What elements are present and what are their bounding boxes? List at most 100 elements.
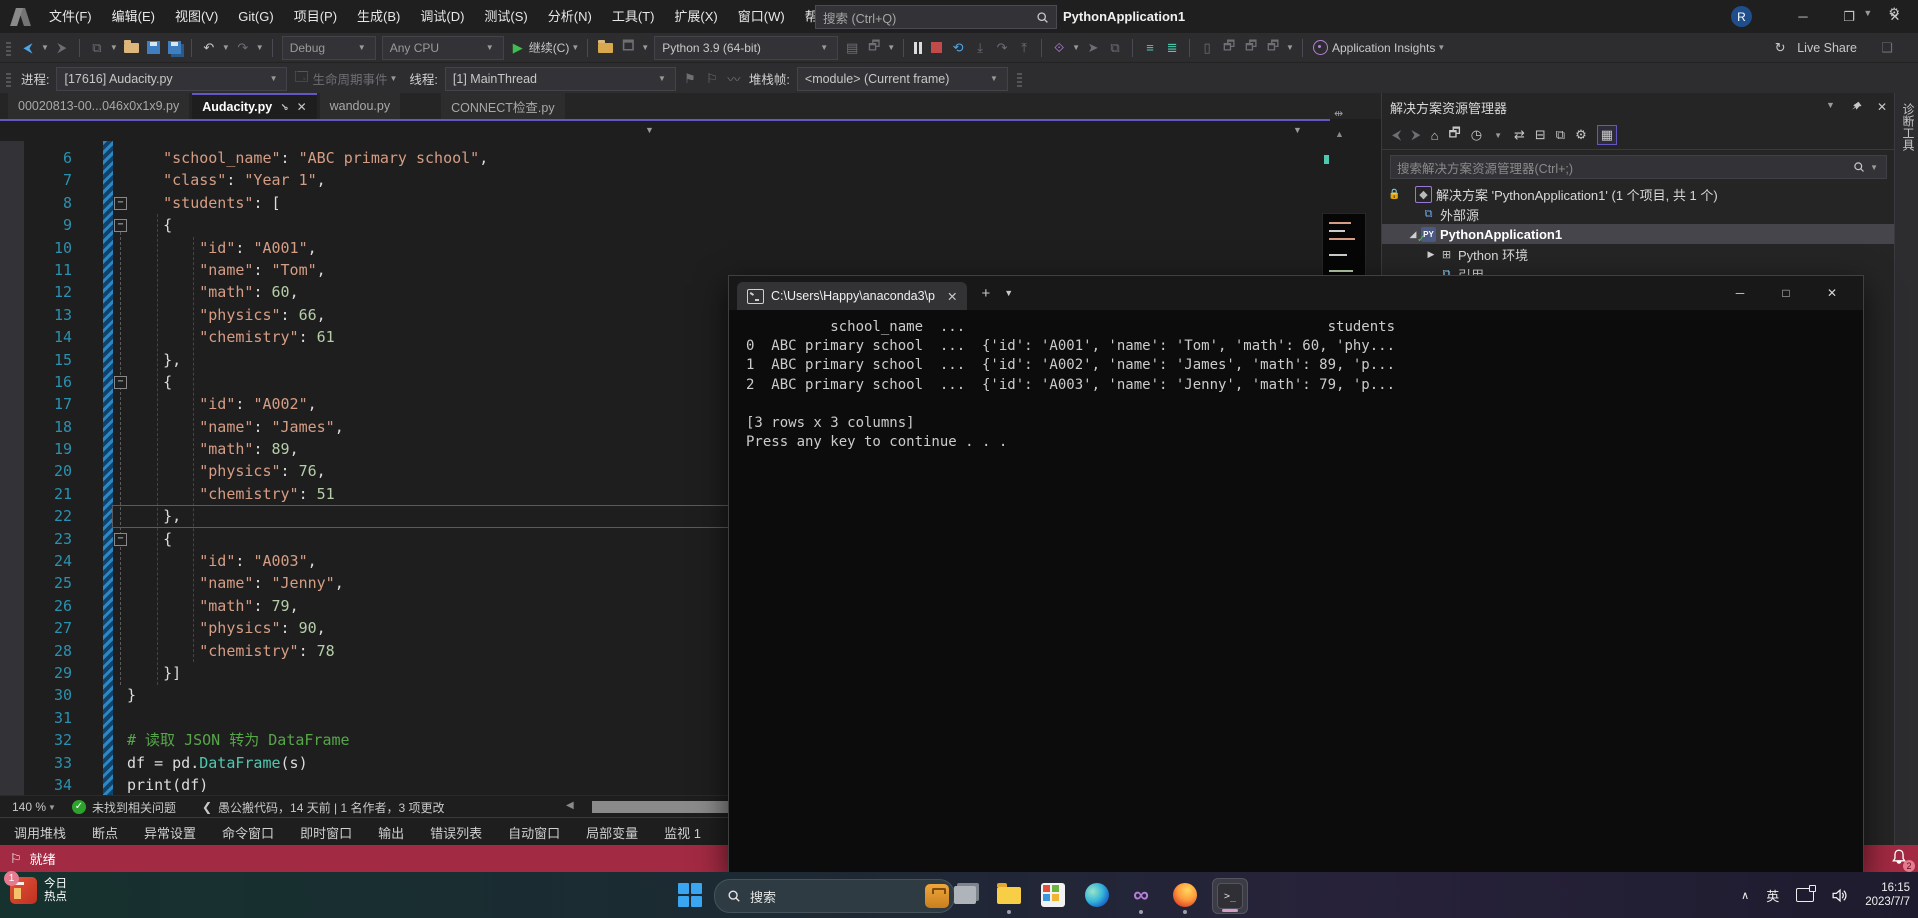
panel-tab[interactable]: 错误列表 bbox=[430, 823, 482, 842]
pin-icon[interactable]: ⊸ bbox=[278, 100, 292, 114]
panel-tab[interactable]: 异常设置 bbox=[144, 823, 196, 842]
clock[interactable]: 16:15 2023/7/7 bbox=[1865, 881, 1910, 909]
sync-with-active-document-icon[interactable]: ⇄ bbox=[1514, 127, 1525, 143]
menu-item[interactable]: 生成(B) bbox=[348, 0, 409, 33]
window-preview-icon[interactable]: 🗖 bbox=[618, 38, 638, 58]
start-button[interactable] bbox=[678, 883, 703, 908]
hscroll-left-arrow-icon[interactable]: ◀ bbox=[566, 800, 574, 811]
solution-tree-item[interactable]: ◢ PY ✓ PythonApplication1 bbox=[1382, 224, 1895, 245]
bookmark-icon[interactable]: ▯ bbox=[1197, 38, 1217, 58]
copy-code-icon[interactable]: ⧉ bbox=[1105, 38, 1125, 58]
application-insights-caret-icon[interactable]: ▼ bbox=[1437, 43, 1445, 52]
firefox-taskbar-button[interactable] bbox=[1168, 878, 1202, 914]
switch-views-icon[interactable]: 🗗 bbox=[1449, 124, 1461, 146]
lifecycle-icon[interactable]: 🗔 bbox=[291, 69, 311, 89]
interactive-window-icon[interactable]: 🗗 bbox=[864, 38, 884, 58]
menu-item[interactable]: 调试(D) bbox=[411, 0, 473, 33]
solution-platform-dropdown[interactable]: Any CPU ▼ bbox=[381, 35, 504, 60]
indent-list-icon[interactable]: ≣ bbox=[1162, 38, 1182, 58]
solution-tree-item[interactable]: 🔒 ◆ 解决方案 'PythonApplication1' (1 个项目, 共 1 … bbox=[1382, 184, 1895, 204]
volume-icon[interactable] bbox=[1831, 887, 1848, 904]
terminal-taskbar-button[interactable]: >_ bbox=[1212, 878, 1248, 914]
console-titlebar[interactable]: C:\Users\Happy\anaconda3\p ✕ + ▼ ─ □ ✕ bbox=[729, 276, 1863, 310]
tab-options-gear-icon[interactable]: ⚙ bbox=[1888, 5, 1900, 21]
save-icon[interactable] bbox=[146, 41, 160, 54]
scroll-up-arrow-icon[interactable]: ▲ bbox=[1335, 129, 1344, 139]
solution-explorer-search-input[interactable]: 搜索解决方案资源管理器(Ctrl+;) ▼ bbox=[1390, 155, 1887, 179]
next-bookmark-icon[interactable]: 🗗 bbox=[1241, 38, 1261, 58]
account-avatar[interactable]: R bbox=[1731, 6, 1752, 27]
tab-dropdown-chevron-icon[interactable]: ▼ bbox=[1004, 288, 1013, 298]
wrench-icon[interactable]: ⚙ bbox=[1575, 127, 1587, 143]
save-all-icon[interactable] bbox=[167, 41, 181, 54]
menu-item[interactable]: 视图(V) bbox=[166, 0, 227, 33]
editor-tab[interactable]: Audacity.py ⊸ ✕ bbox=[192, 93, 317, 119]
diagnostics-tools-tab[interactable]: 诊断工具 bbox=[1900, 103, 1917, 151]
panel-tab[interactable]: 自动窗口 bbox=[508, 823, 560, 842]
split-editor-icon[interactable]: ⇹ bbox=[1334, 107, 1343, 120]
collapse-all-icon[interactable]: ⊟ bbox=[1535, 127, 1546, 143]
home-icon[interactable]: ⌂ bbox=[1431, 128, 1439, 143]
console-maximize-button[interactable]: □ bbox=[1763, 276, 1809, 310]
continue-caret-icon[interactable]: ▼ bbox=[571, 43, 579, 52]
feedback-icon[interactable]: ❑ bbox=[1877, 38, 1897, 58]
tab-close-icon[interactable]: ✕ bbox=[297, 100, 307, 114]
stackframe-dropdown[interactable]: <module> (Current frame) ▼ bbox=[796, 66, 1008, 91]
navigate-back-caret-icon[interactable]: ▼ bbox=[41, 43, 49, 52]
show-next-statement-icon[interactable]: ⟐ bbox=[1049, 38, 1069, 58]
restart-icon[interactable]: ⟲ bbox=[948, 38, 968, 58]
run-to-cursor-icon[interactable]: ➤ bbox=[1083, 38, 1103, 58]
attach-folder-icon[interactable] bbox=[598, 39, 614, 53]
package-icon[interactable]: ▤ bbox=[842, 38, 862, 58]
console-window[interactable]: C:\Users\Happy\anaconda3\p ✕ + ▼ ─ □ ✕ s… bbox=[728, 275, 1864, 874]
prev-bookmark-icon[interactable]: 🗗 bbox=[1219, 38, 1239, 58]
process-dropdown[interactable]: [17616] Audacity.py ▼ bbox=[56, 66, 288, 91]
continue-button[interactable]: 继续(C) bbox=[529, 39, 570, 56]
unflag-thread-icon[interactable]: ⚐ bbox=[702, 69, 722, 89]
taskbar-search-input[interactable]: 搜索 bbox=[714, 879, 955, 913]
panel-tab[interactable]: 即时窗口 bbox=[300, 823, 352, 842]
code-line[interactable]: 6 "school_name": "ABC primary school", bbox=[0, 147, 1381, 169]
debugrow-grip[interactable] bbox=[6, 70, 11, 87]
pending-changes-caret-icon[interactable]: ▼ bbox=[1494, 131, 1502, 140]
notifications-bell[interactable]: 2 bbox=[1890, 848, 1915, 872]
step-into-icon[interactable]: ⤓ bbox=[970, 38, 990, 58]
pin-icon[interactable] bbox=[1851, 100, 1863, 112]
undo-caret-icon[interactable]: ▼ bbox=[222, 43, 230, 52]
menu-item[interactable]: 测试(S) bbox=[475, 0, 536, 33]
panel-tab[interactable]: 输出 bbox=[378, 823, 404, 842]
line-list-icon[interactable]: ≡ bbox=[1140, 38, 1160, 58]
editor-tab[interactable]: wandou.py bbox=[319, 93, 401, 119]
step-out-icon[interactable]: ⤒ bbox=[1014, 38, 1034, 58]
new-tab-plus-icon[interactable]: + bbox=[981, 285, 990, 302]
live-share-icon[interactable]: ↻ bbox=[1770, 38, 1790, 58]
pending-changes-icon[interactable]: ◷ bbox=[1471, 127, 1482, 143]
editor-tab[interactable]: 00020813-00...046x0x1x9.py bbox=[8, 93, 190, 119]
console-tab-close-icon[interactable]: ✕ bbox=[947, 289, 957, 304]
open-file-icon[interactable] bbox=[123, 39, 139, 53]
show-all-files-icon[interactable]: ▦ bbox=[1596, 125, 1618, 145]
console-output[interactable]: school_name ... students 0 ABC primary sc… bbox=[729, 310, 1863, 452]
codelens-summary[interactable]: ❮ 愚公搬代码，14 天前 | 1 名作者，3 项更改 bbox=[202, 799, 445, 816]
new-project-icon[interactable]: ⧉ bbox=[87, 38, 107, 58]
code-line[interactable]: 9 − { bbox=[0, 214, 1381, 236]
code-line[interactable]: 7 "class": "Year 1", bbox=[0, 169, 1381, 191]
menu-item[interactable]: 工具(T) bbox=[603, 0, 664, 33]
undo-icon[interactable]: ↶ bbox=[199, 38, 219, 58]
back-icon[interactable]: ⮜ bbox=[1392, 127, 1401, 143]
redo-caret-icon[interactable]: ▼ bbox=[256, 43, 264, 52]
panel-close-icon[interactable]: ✕ bbox=[1877, 100, 1887, 114]
python-environment-dropdown[interactable]: Python 3.9 (64-bit) ▼ bbox=[654, 35, 839, 60]
tab-overflow-chevron-icon[interactable]: ▼ bbox=[1863, 8, 1872, 18]
edge-taskbar-button[interactable] bbox=[1080, 878, 1114, 912]
navigate-forward-icon[interactable]: ⮞ bbox=[52, 38, 72, 58]
zoom-level-dropdown[interactable]: 140 % bbox=[12, 800, 46, 814]
console-tab[interactable]: C:\Users\Happy\anaconda3\p ✕ bbox=[737, 282, 968, 310]
menu-item[interactable]: 扩展(X) bbox=[665, 0, 726, 33]
visual-studio-taskbar-button[interactable]: ∞ bbox=[1124, 878, 1158, 914]
solution-tree-item[interactable]: ▶ ⊞ Python 环境 bbox=[1382, 244, 1895, 264]
application-insights-button[interactable]: Application Insights bbox=[1332, 41, 1435, 55]
fold-collapse-icon[interactable]: − bbox=[114, 375, 127, 389]
properties-icon[interactable]: ⧉ bbox=[1556, 127, 1565, 143]
debugrow-grip-2[interactable] bbox=[1016, 70, 1022, 87]
